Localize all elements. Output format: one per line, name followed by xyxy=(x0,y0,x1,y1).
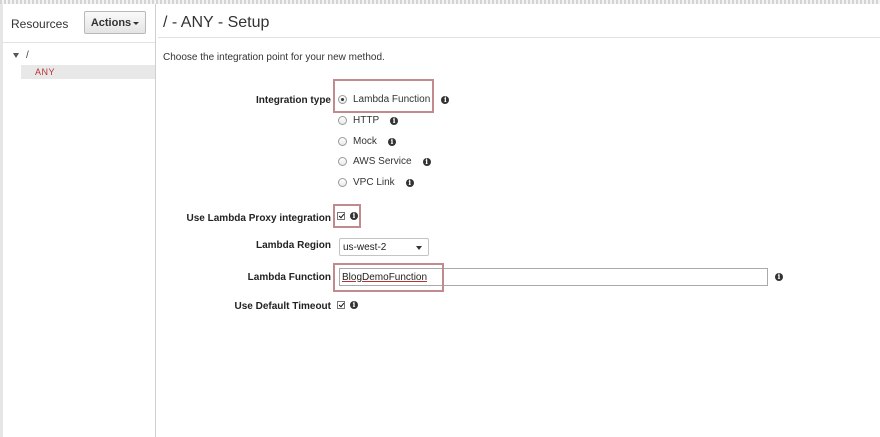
tree-method-any[interactable]: ANY xyxy=(21,65,155,79)
info-icon[interactable]: i xyxy=(387,137,396,146)
tree-root-item[interactable]: / xyxy=(13,50,29,61)
info-icon[interactable]: i xyxy=(350,212,358,220)
resources-sidebar: Resources Actions / ANY xyxy=(3,4,156,437)
info-icon[interactable]: i xyxy=(405,178,414,187)
radio-label-http: HTTP xyxy=(353,115,380,126)
proxy-checkbox[interactable] xyxy=(337,212,345,220)
lambda-function-input[interactable]: BlogDemoFunction xyxy=(339,268,768,286)
radio-label-aws-service: AWS Service xyxy=(353,156,412,167)
radio-label-vpc-link: VPC Link xyxy=(353,177,395,188)
lambda-function-value: BlogDemoFunction xyxy=(342,271,428,283)
radio-lambda[interactable] xyxy=(338,95,347,104)
default-timeout-label: Use Default Timeout xyxy=(234,301,332,312)
radio-vpc-link[interactable] xyxy=(338,178,347,187)
lambda-region-value: us-west-2 xyxy=(343,241,387,253)
info-icon[interactable]: i xyxy=(390,116,399,125)
lambda-function-label: Lambda Function xyxy=(247,272,331,283)
radio-mock[interactable] xyxy=(338,137,347,146)
actions-button[interactable]: Actions xyxy=(84,11,146,34)
default-timeout-checkbox[interactable] xyxy=(337,301,345,309)
proxy-integration-label: Use Lambda Proxy integration xyxy=(186,213,331,224)
info-icon[interactable]: i xyxy=(422,157,431,166)
radio-label-mock: Mock xyxy=(353,136,377,147)
radio-aws-service[interactable] xyxy=(338,157,347,166)
resources-title: Resources xyxy=(11,17,69,31)
tree-method-label: ANY xyxy=(35,67,56,77)
lambda-region-select[interactable]: us-west-2 xyxy=(339,238,429,256)
page-title: / - ANY - Setup xyxy=(163,14,270,31)
intro-text: Choose the integration point for your ne… xyxy=(163,52,385,63)
integration-type-label: Integration type xyxy=(255,95,331,106)
info-icon[interactable]: i xyxy=(350,301,358,309)
radio-option-mock[interactable]: Mock i xyxy=(338,136,396,147)
caret-down-icon xyxy=(416,246,422,250)
tree-root-label: / xyxy=(26,50,29,61)
sidebar-divider xyxy=(3,42,155,43)
radio-http[interactable] xyxy=(338,116,347,125)
lambda-region-label: Lambda Region xyxy=(255,240,331,251)
caret-down-icon xyxy=(133,21,140,25)
radio-option-vpc-link[interactable]: VPC Link i xyxy=(338,177,414,188)
info-icon[interactable]: i xyxy=(775,273,783,281)
title-divider xyxy=(158,37,880,38)
radio-option-aws-service[interactable]: AWS Service i xyxy=(338,156,431,167)
radio-option-lambda[interactable]: Lambda Function i xyxy=(338,94,450,105)
radio-label-lambda: Lambda Function xyxy=(353,94,431,105)
radio-option-http[interactable]: HTTP i xyxy=(338,115,399,126)
actions-label: Actions xyxy=(90,16,132,29)
expand-triangle-icon[interactable] xyxy=(13,53,19,58)
info-icon[interactable]: i xyxy=(441,95,450,104)
